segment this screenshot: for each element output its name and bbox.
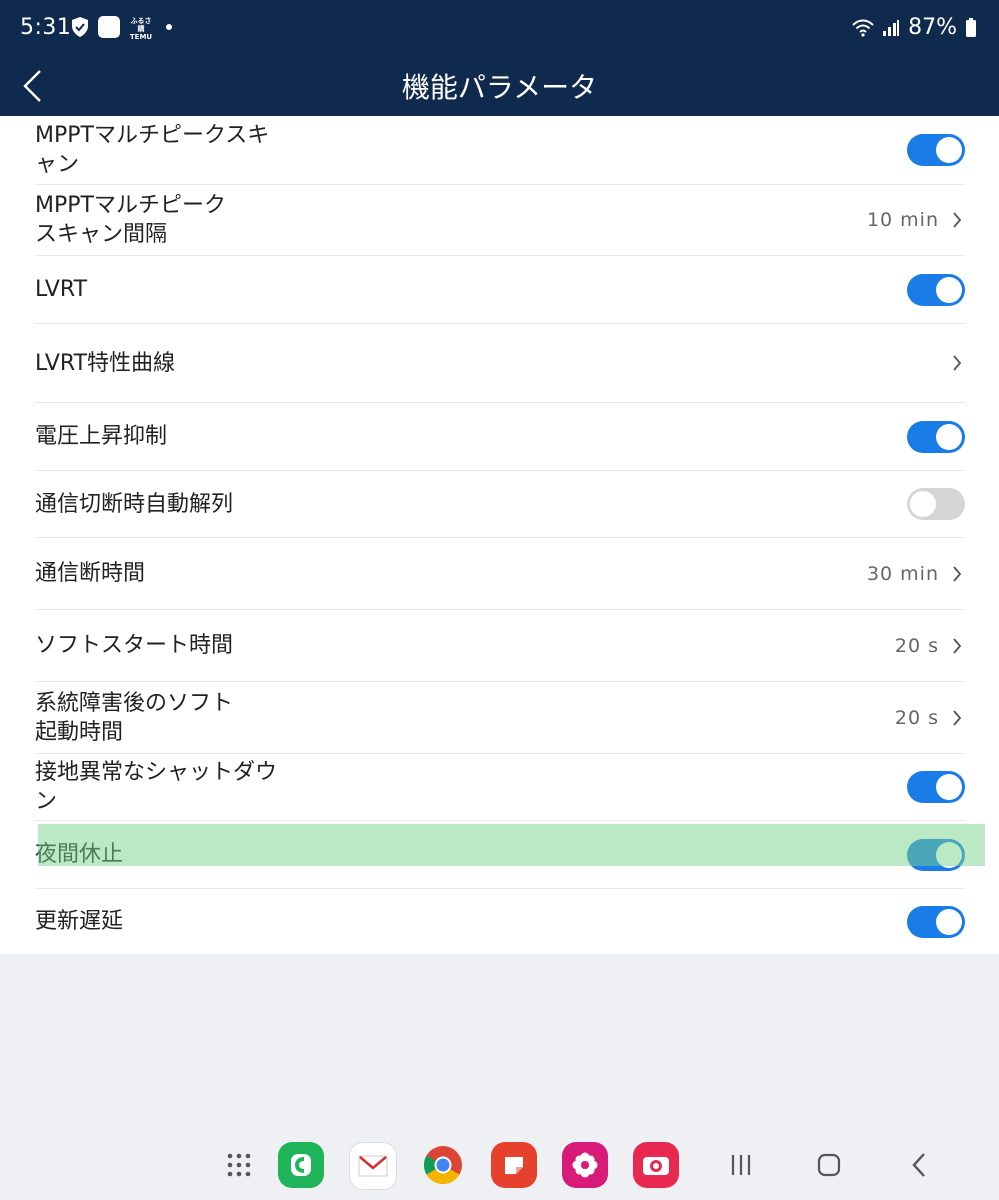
row-label: 電圧上昇抑制	[35, 424, 168, 449]
voltage-rise-suppression-toggle[interactable]	[907, 420, 965, 453]
row-label: LVRT特性曲線	[35, 350, 176, 376]
toggle-knob	[936, 774, 962, 800]
row-label: MPPTマルチピーク スキャン間隔	[35, 193, 226, 247]
row-comm-loss-auto-disconnect[interactable]: 通信切断時自動解列	[35, 471, 965, 538]
comm-loss-auto-disconnect-toggle[interactable]	[907, 488, 965, 520]
battery-percent: 87%	[908, 15, 957, 40]
row-label: 通信断時間	[35, 561, 146, 586]
chevron-right-icon	[949, 564, 965, 584]
notification-icons: ふるさ購 TEMU	[70, 16, 172, 41]
chevron-right-icon	[949, 708, 965, 728]
dot-icon	[166, 24, 172, 30]
toggle-knob	[936, 908, 962, 935]
row-value: 20 s	[894, 634, 939, 657]
lvrt-toggle[interactable]	[907, 273, 965, 306]
toggle-knob	[936, 423, 962, 450]
chevron-right-icon	[949, 353, 965, 373]
row-comm-loss-time[interactable]: 通信断時間 30 min	[35, 538, 965, 610]
row-lvrt-curve[interactable]: LVRT特性曲線	[35, 324, 965, 403]
shield-check-icon	[72, 17, 88, 37]
status-time: 5:31	[20, 15, 72, 40]
camera-app-icon[interactable]	[633, 1142, 679, 1188]
row-ground-fault-shutdown[interactable]: 接地異常なシャットダウ ン	[35, 754, 965, 821]
mail-app-icon[interactable]	[349, 1142, 397, 1190]
mppt-multipeak-scan-toggle[interactable]	[907, 134, 965, 166]
row-label: 更新遅延	[35, 909, 124, 934]
toggle-knob	[936, 137, 962, 163]
row-label: 接地異常なシャットダウ ン	[35, 760, 278, 814]
row-soft-start-time[interactable]: ソフトスタート時間 20 s	[35, 610, 965, 682]
chevron-right-icon	[949, 210, 965, 230]
row-label: 通信切断時自動解列	[35, 491, 234, 517]
navigation-bar	[0, 1130, 999, 1200]
row-value: 10 min	[866, 209, 939, 231]
row-label: MPPTマルチピークスキ ャン	[35, 123, 270, 177]
toggle-knob	[936, 276, 962, 303]
row-value: 30 min	[866, 562, 939, 585]
chrome-app-icon[interactable]	[420, 1142, 466, 1188]
chevron-right-icon	[949, 636, 965, 656]
row-mppt-multipeak-scan[interactable]: MPPTマルチピークスキ ャン	[35, 116, 965, 185]
ground-fault-shutdown-toggle[interactable]	[907, 771, 965, 803]
app-header: 機能パラメータ	[0, 56, 999, 116]
apps-grid-icon[interactable]	[216, 1142, 262, 1188]
gallery-app-icon[interactable]	[562, 1142, 608, 1188]
night-sleep-toggle[interactable]	[907, 838, 965, 871]
phone-app-icon[interactable]	[278, 1142, 324, 1188]
notes-app-icon[interactable]	[491, 1142, 537, 1188]
row-voltage-rise-suppression[interactable]: 電圧上昇抑制	[35, 403, 965, 471]
status-bar: 5:31 ふるさ購 TEMU 87%	[0, 0, 999, 56]
toggle-knob	[910, 491, 936, 517]
row-lvrt[interactable]: LVRT	[35, 256, 965, 324]
back-icon[interactable]	[896, 1142, 942, 1188]
toggle-knob	[936, 841, 962, 868]
row-label: LVRT	[35, 277, 88, 302]
row-mppt-scan-interval[interactable]: MPPTマルチピーク スキャン間隔 10 min	[35, 185, 965, 256]
wifi-icon	[852, 19, 874, 37]
signal-icon	[883, 19, 900, 36]
row-soft-start-after-grid-fault[interactable]: 系統障害後のソフト 起動時間 20 s	[35, 682, 965, 754]
update-delay-toggle[interactable]	[907, 905, 965, 938]
temu-icon: ふるさ購 TEMU	[129, 17, 153, 41]
row-value: 20 s	[894, 706, 939, 729]
home-icon[interactable]	[806, 1142, 852, 1188]
app-square-icon	[98, 16, 120, 38]
recents-icon[interactable]	[718, 1142, 764, 1188]
battery-icon	[966, 17, 976, 37]
page-title: 機能パラメータ	[401, 71, 598, 104]
row-label: 夜間休止	[35, 842, 124, 867]
row-label: 系統障害後のソフト 起動時間	[35, 690, 234, 745]
parameter-list: MPPTマルチピークスキ ャン MPPTマルチピーク スキャン間隔 10 min…	[0, 116, 999, 954]
row-update-delay[interactable]: 更新遅延	[35, 889, 965, 954]
row-night-sleep[interactable]: 夜間休止	[35, 821, 965, 889]
row-label: ソフトスタート時間	[35, 633, 234, 658]
